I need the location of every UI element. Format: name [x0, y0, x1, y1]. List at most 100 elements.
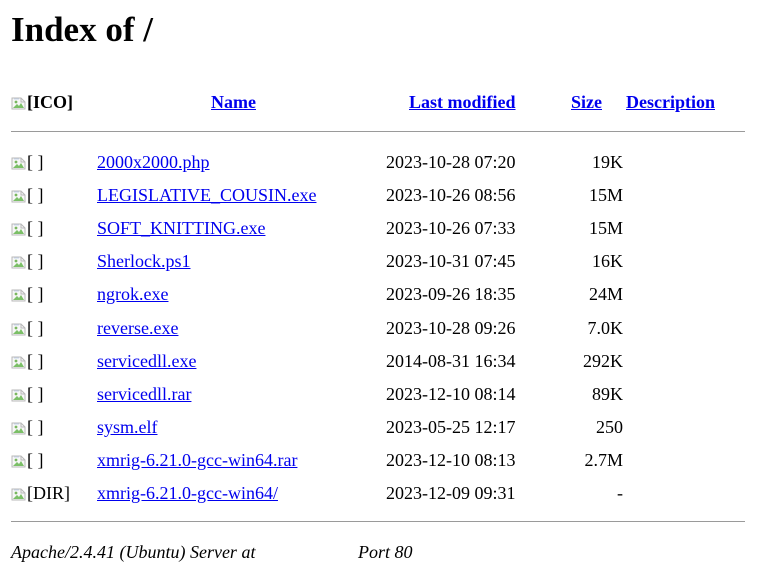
last-modified-sort-link[interactable]: Last modified [409, 92, 516, 112]
broken-image-icon [11, 288, 27, 302]
row-modified-date: 2014-08-31 16:34 [386, 350, 516, 371]
row-icon-label: [ ] [27, 350, 44, 371]
file-link[interactable]: ngrok.exe [97, 284, 168, 304]
row-size: 7.0K [587, 317, 624, 338]
row-description [625, 216, 747, 240]
file-link[interactable]: SOFT_KNITTING.exe [97, 218, 265, 238]
row-icon-label: [ ] [27, 383, 44, 404]
row-modified-date: 2023-10-28 09:26 [386, 317, 516, 338]
row-name-cell: xmrig-6.21.0-gcc-win64/ [97, 481, 397, 505]
row-description [625, 415, 747, 439]
broken-image-icon [11, 487, 27, 501]
row-size: 19K [592, 152, 623, 172]
file-link[interactable]: Sherlock.ps1 [97, 251, 191, 271]
table-row: [DIR] xmrig-6.21.0-gcc-win64/2023-12-09 0… [11, 481, 746, 505]
table-row: [ ] reverse.exe 2023-10-28 09:26 7.0K [11, 316, 746, 340]
size-sort-link[interactable]: Size [571, 92, 602, 112]
row-size: 16K [592, 251, 623, 272]
file-link[interactable]: servicedll.rar [97, 384, 191, 404]
row-icon-label: [ ] [27, 317, 44, 338]
server-signature: Apache/2.4.41 (Ubuntu) Server at [11, 542, 256, 562]
row-icon-cell: [ ] [11, 216, 97, 240]
description-header-cell: Description [626, 90, 748, 114]
broken-image-icon [11, 388, 27, 402]
row-icon-cell: [DIR] [11, 481, 97, 505]
name-header-cell: Name [211, 90, 331, 114]
row-size: 292K [583, 350, 623, 371]
footer-divider [11, 521, 745, 522]
row-icon-label: [ ] [27, 284, 44, 305]
table-row: [ ] sysm.elf 2023-05-25 12:17 250 [11, 415, 746, 439]
row-icon-label: [ ] [27, 185, 44, 206]
row-icon-label: [ ] [27, 416, 44, 437]
row-name-cell: 2000x2000.php [97, 150, 397, 174]
table-header: [ICO] Name Last modified Size Descriptio… [11, 90, 746, 114]
row-modified-date: 2023-10-26 08:56 [386, 185, 516, 206]
header-icon-cell: [ICO] [11, 90, 97, 114]
broken-image-icon [11, 454, 27, 468]
row-modified-date: 2023-05-25 12:17 [386, 416, 516, 437]
row-icon-cell: [ ] [11, 448, 97, 472]
row-modified-date: 2023-10-31 07:45 [386, 251, 516, 272]
row-size: 2.7M [584, 449, 623, 470]
broken-image-icon [11, 421, 27, 435]
description-sort-link[interactable]: Description [626, 92, 715, 112]
table-row: [ ] 2000x2000.php 2023-10-28 07:20 19K [11, 150, 746, 174]
row-description [625, 448, 747, 472]
row-icon-cell: [ ] [11, 316, 97, 340]
file-link[interactable]: xmrig-6.21.0-gcc-win64/ [97, 483, 278, 503]
table-row: [ ] servicedll.rar 2023-12-10 08:14 89K [11, 382, 746, 406]
row-name-cell: servicedll.rar [97, 382, 397, 406]
row-description [625, 150, 747, 174]
row-icon-cell: [ ] [11, 415, 97, 439]
broken-image-icon [11, 189, 27, 203]
row-description [625, 349, 747, 373]
broken-image-icon [11, 156, 27, 170]
row-size: 15M [588, 218, 623, 239]
table-row: [ ] LEGISLATIVE_COUSIN.exe 2023-10-26 08:5… [11, 183, 746, 207]
row-description [625, 249, 747, 273]
row-modified-date: 2023-12-09 09:31 [386, 483, 516, 503]
name-sort-link[interactable]: Name [211, 92, 256, 112]
row-name-cell: SOFT_KNITTING.exe [97, 216, 397, 240]
file-link[interactable]: reverse.exe [97, 318, 178, 338]
row-description [625, 316, 747, 340]
file-link[interactable]: servicedll.exe [97, 351, 196, 371]
row-size: 15M [588, 185, 623, 206]
table-row: [ ] Sherlock.ps1 2023-10-31 07:45 16K [11, 249, 746, 273]
file-link[interactable]: 2000x2000.php [97, 152, 210, 172]
file-link[interactable]: LEGISLATIVE_COUSIN.exe [97, 185, 316, 205]
table-row: [ ] SOFT_KNITTING.exe 2023-10-26 07:33 15M [11, 216, 746, 240]
row-name-cell: ngrok.exe [97, 282, 397, 306]
broken-image-icon [11, 322, 27, 336]
size-header-cell: Size [571, 90, 623, 114]
row-modified-date: 2023-12-10 08:13 [386, 449, 516, 470]
row-icon-label: [DIR] [27, 483, 70, 503]
page-title: Index of / [11, 10, 153, 49]
file-link[interactable]: sysm.elf [97, 417, 158, 437]
broken-image-icon [11, 96, 27, 110]
row-description [625, 183, 747, 207]
row-size: 24M [588, 284, 623, 305]
row-name-cell: Sherlock.ps1 [97, 249, 397, 273]
row-icon-cell: [ ] [11, 249, 97, 273]
row-modified-date: 2023-10-26 07:33 [386, 218, 516, 239]
file-link[interactable]: xmrig-6.21.0-gcc-win64.rar [97, 450, 297, 470]
row-icon-label: [ ] [27, 218, 44, 239]
row-icon-cell: [ ] [11, 349, 97, 373]
row-icon-cell: [ ] [11, 282, 97, 306]
row-icon-cell: [ ] [11, 183, 97, 207]
row-name-cell: xmrig-6.21.0-gcc-win64.rar [97, 448, 397, 472]
row-icon-cell: [ ] [11, 382, 97, 406]
row-modified-date: 2023-09-26 18:35 [386, 284, 516, 305]
row-name-cell: servicedll.exe [97, 349, 397, 373]
row-icon-label: [ ] [27, 251, 44, 272]
row-description [625, 282, 747, 306]
row-description [625, 481, 747, 505]
row-size: - [617, 483, 623, 503]
row-size: 250 [596, 416, 623, 437]
row-description [625, 382, 747, 406]
broken-image-icon [11, 355, 27, 369]
row-name-cell: LEGISLATIVE_COUSIN.exe [97, 183, 397, 207]
row-size: 89K [592, 383, 623, 404]
